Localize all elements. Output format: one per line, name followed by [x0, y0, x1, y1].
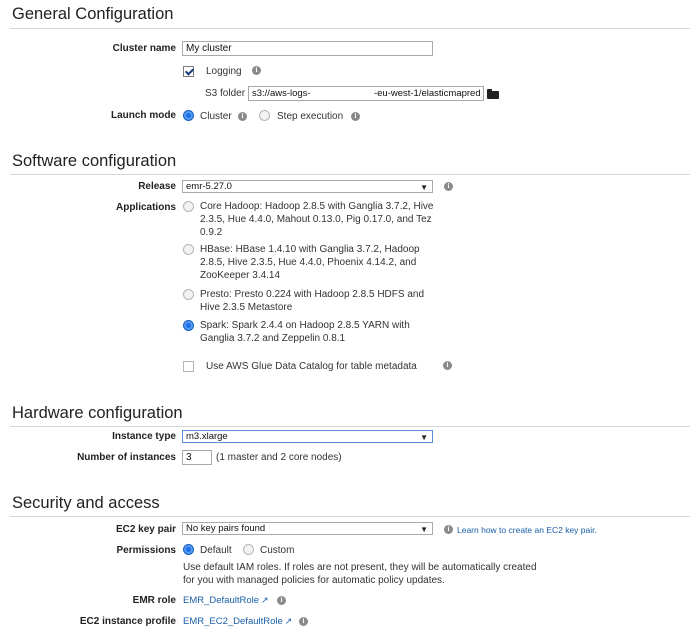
app-presto-label: Presto: Presto 0.224 with Hadoop 2.8.5 H…	[200, 289, 425, 313]
app-presto-radio[interactable]	[183, 289, 194, 300]
permissions-note: Use default IAM roles. If roles are not …	[183, 562, 537, 586]
num-instances-input[interactable]	[182, 450, 212, 465]
cluster-name-input[interactable]	[182, 41, 433, 56]
info-icon[interactable]: i	[444, 182, 453, 191]
s3-folder-input[interactable]	[248, 86, 484, 101]
section-title-general: General Configuration	[12, 5, 174, 23]
emr-role-link-text: EMR_DefaultRole	[183, 595, 260, 606]
key-pair-select[interactable]: No key pairs found ▼	[182, 522, 433, 535]
launch-mode-label: Launch mode	[110, 110, 176, 121]
permissions-default-radio[interactable]	[183, 544, 194, 555]
permissions-custom-label: Custom	[260, 545, 295, 556]
release-select[interactable]: emr-5.27.0 ▼	[182, 180, 433, 193]
launch-mode-step-radio[interactable]	[259, 110, 270, 121]
folder-open-icon[interactable]	[487, 89, 499, 99]
ec2-profile-label: EC2 instance profile	[79, 616, 176, 627]
emr-role-label: EMR role	[132, 595, 176, 606]
chevron-down-icon: ▼	[420, 433, 428, 442]
ec2-profile-link[interactable]: EMR_EC2_DefaultRole ↗	[183, 616, 292, 627]
logging-label: Logging	[206, 66, 242, 77]
section-divider	[10, 426, 690, 427]
applications-label: Applications	[115, 202, 176, 213]
instance-type-select[interactable]: m3.xlarge ▼	[182, 430, 433, 443]
external-link-icon: ↗	[261, 595, 269, 605]
info-icon[interactable]: i	[299, 617, 308, 626]
section-divider	[10, 516, 690, 517]
info-icon[interactable]: i	[238, 112, 247, 121]
app-spark-radio[interactable]	[183, 320, 194, 331]
section-title-security: Security and access	[12, 494, 160, 512]
num-instances-note: (1 master and 2 core nodes)	[216, 452, 342, 463]
release-value: emr-5.27.0	[186, 181, 232, 192]
key-pair-label: EC2 key pair	[115, 524, 176, 535]
ec2-profile-link-text: EMR_EC2_DefaultRole	[183, 616, 283, 627]
external-link-icon: ↗	[284, 616, 293, 626]
launch-mode-cluster-label: Cluster	[200, 111, 232, 122]
key-pair-value: No key pairs found	[186, 523, 266, 534]
chevron-down-icon: ▼	[420, 525, 428, 534]
info-icon[interactable]: i	[444, 525, 453, 534]
app-core-hadoop-label: Core Hadoop: Hadoop 2.8.5 with Ganglia 3…	[200, 201, 434, 238]
app-hbase-label: HBase: HBase 1.4.10 with Ganglia 3.7.2, …	[200, 244, 420, 281]
logging-checkbox[interactable]	[183, 66, 194, 77]
instance-type-value: m3.xlarge	[186, 431, 228, 442]
info-icon[interactable]: i	[351, 112, 360, 121]
key-pair-help-link[interactable]: Learn how to create an EC2 key pair.	[457, 525, 597, 535]
info-icon[interactable]: i	[443, 361, 452, 370]
emr-role-link[interactable]: EMR_DefaultRole ↗	[183, 595, 269, 606]
section-divider	[10, 28, 690, 29]
launch-mode-cluster-radio[interactable]	[183, 110, 194, 121]
permissions-custom-radio[interactable]	[243, 544, 254, 555]
permissions-label: Permissions	[116, 545, 176, 556]
s3-folder-label: S3 folder	[205, 88, 246, 99]
glue-catalog-checkbox[interactable]	[183, 361, 194, 372]
app-core-hadoop-radio[interactable]	[183, 201, 194, 212]
release-label: Release	[138, 181, 176, 192]
num-instances-label: Number of instances	[77, 452, 176, 463]
chevron-down-icon: ▼	[420, 183, 428, 192]
info-icon[interactable]: i	[252, 66, 261, 75]
section-divider	[10, 174, 690, 175]
launch-mode-step-label: Step execution	[277, 111, 344, 122]
glue-catalog-label: Use AWS Glue Data Catalog for table meta…	[206, 361, 417, 372]
section-title-software: Software configuration	[12, 152, 177, 170]
section-title-hardware: Hardware configuration	[12, 404, 183, 422]
info-icon[interactable]: i	[277, 596, 286, 605]
instance-type-label: Instance type	[112, 431, 176, 442]
app-spark-label: Spark: Spark 2.4.4 on Hadoop 2.8.5 YARN …	[200, 320, 410, 344]
cluster-name-label: Cluster name	[112, 43, 176, 54]
app-hbase-radio[interactable]	[183, 244, 194, 255]
permissions-default-label: Default	[200, 545, 232, 556]
